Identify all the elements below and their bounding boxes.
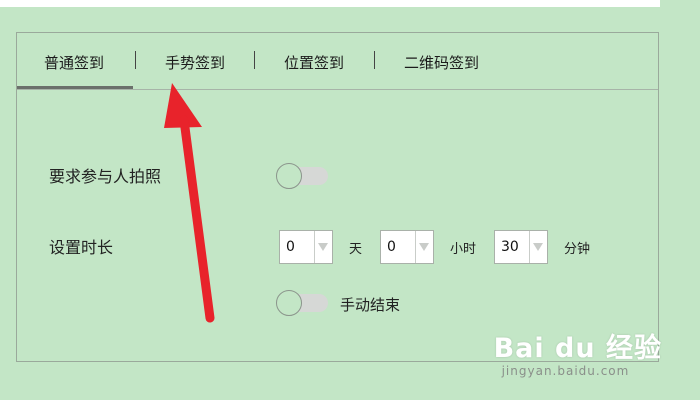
watermark: Bai du 经验 jingyan.baidu.com — [493, 326, 662, 378]
watermark-logo: Bai du 经验 — [493, 333, 662, 364]
arrow-shaft — [179, 115, 215, 323]
watermark-url: jingyan.baidu.com — [501, 364, 630, 378]
